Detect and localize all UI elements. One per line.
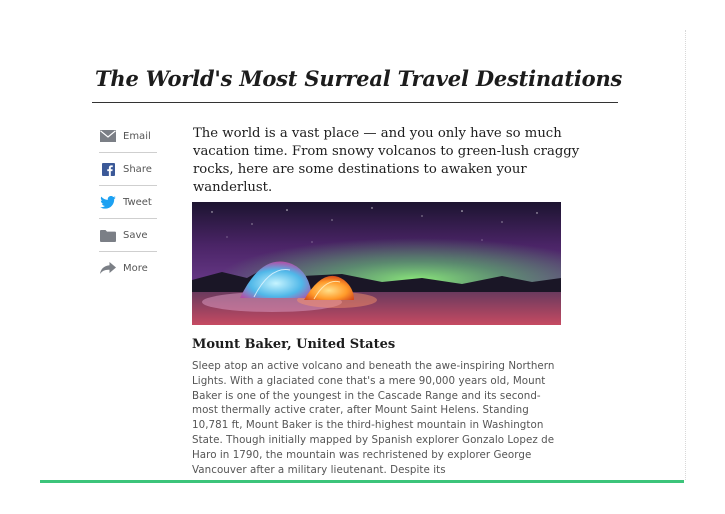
page-frame: The World's Most Surreal Travel Destinat… bbox=[0, 0, 725, 514]
share-rail: Email Share Tweet Save More bbox=[99, 120, 157, 284]
title-divider bbox=[92, 102, 618, 103]
more-button[interactable]: More bbox=[99, 252, 157, 284]
section-heading: Mount Baker, United States bbox=[192, 337, 396, 352]
save-button[interactable]: Save bbox=[99, 219, 157, 252]
email-share-label: Email bbox=[123, 130, 151, 142]
facebook-share-label: Share bbox=[123, 163, 152, 175]
facebook-icon bbox=[99, 161, 117, 177]
envelope-icon bbox=[99, 128, 117, 144]
article-title: The World's Most Surreal Travel Destinat… bbox=[95, 66, 623, 91]
article-intro: The world is a vast place — and you only… bbox=[193, 126, 580, 195]
twitter-icon bbox=[99, 194, 117, 210]
save-label: Save bbox=[123, 229, 148, 241]
facebook-share-button[interactable]: Share bbox=[99, 153, 157, 186]
page-edge-rule bbox=[685, 30, 686, 480]
more-label: More bbox=[123, 262, 148, 274]
tweet-button[interactable]: Tweet bbox=[99, 186, 157, 219]
aurora-tent-photo bbox=[192, 202, 561, 325]
bottom-accent-bar bbox=[40, 480, 684, 483]
tweet-label: Tweet bbox=[123, 196, 152, 208]
section-body: Sleep atop an active volcano and beneath… bbox=[192, 360, 555, 476]
folder-icon bbox=[99, 227, 117, 243]
email-share-button[interactable]: Email bbox=[99, 120, 157, 153]
share-arrow-icon bbox=[99, 260, 117, 276]
